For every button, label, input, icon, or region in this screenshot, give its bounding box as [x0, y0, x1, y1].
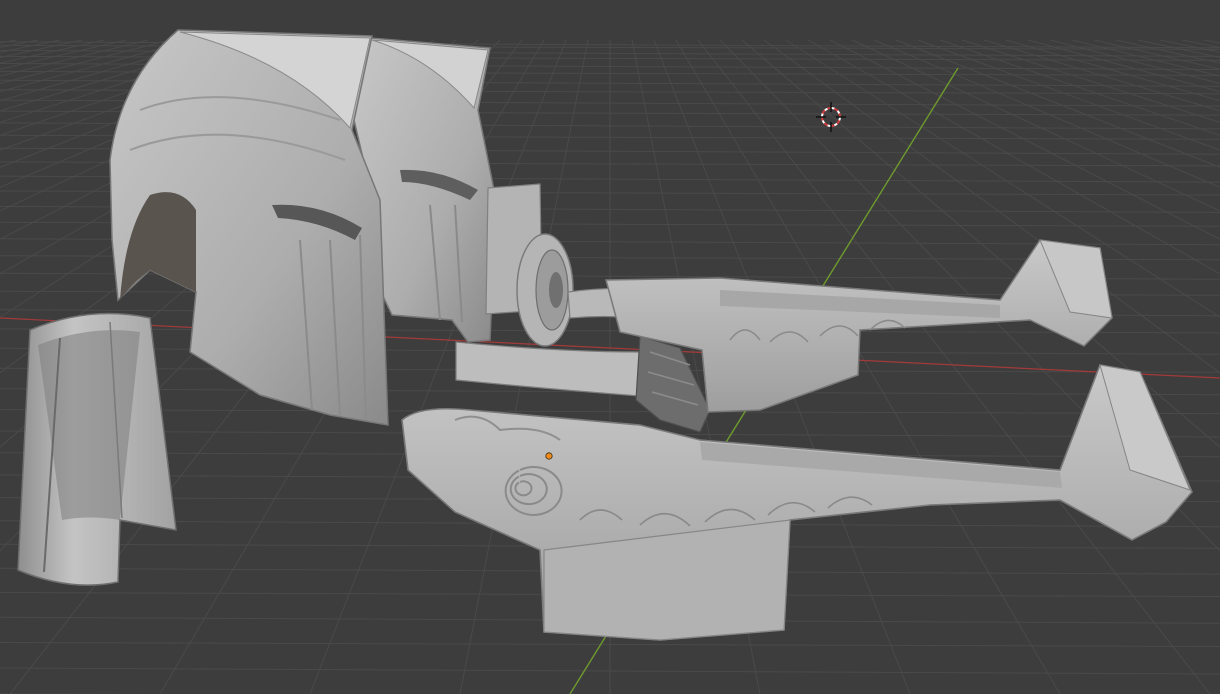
ring-mesh[interactable]	[516, 233, 574, 347]
object-origin-icon	[545, 452, 553, 460]
3d-viewport[interactable]	[0, 0, 1220, 694]
viewport-canvas[interactable]	[0, 0, 1220, 694]
